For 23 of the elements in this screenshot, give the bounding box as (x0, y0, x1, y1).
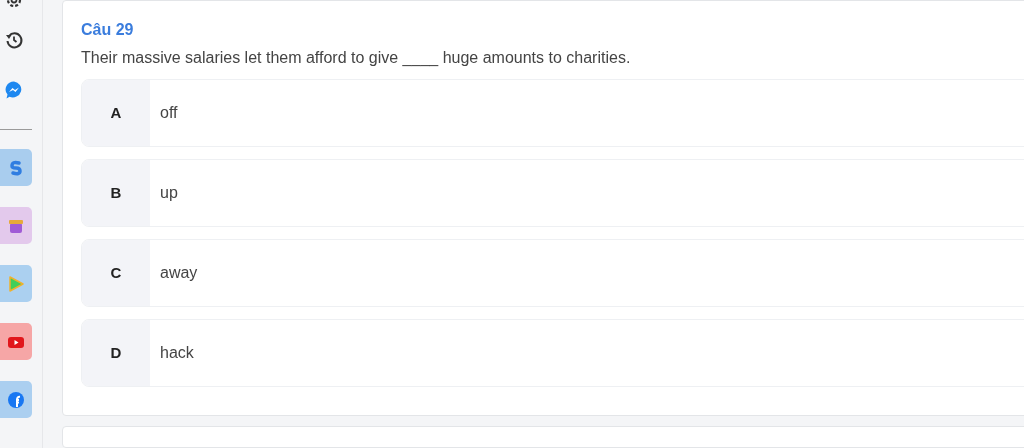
app-tile[interactable] (0, 149, 32, 186)
option-letter: C (82, 239, 150, 306)
app-tile[interactable] (0, 265, 32, 302)
messenger-icon (4, 80, 24, 100)
history-icon (4, 30, 24, 50)
app-tile[interactable] (0, 207, 32, 244)
app-tile[interactable] (0, 381, 32, 418)
answer-option[interactable]: D hack (81, 318, 1024, 387)
option-text: off (159, 102, 178, 123)
option-letter: A (82, 79, 150, 146)
option-text: hack (159, 342, 194, 363)
answer-option[interactable]: C away (81, 238, 1024, 307)
option-text: up (159, 182, 178, 203)
answer-option[interactable]: A off (81, 78, 1024, 147)
question-title: Câu 29 (81, 20, 135, 39)
app-tile[interactable] (0, 323, 32, 360)
option-text: away (159, 262, 198, 283)
facebook-icon (6, 389, 26, 410)
option-letter: D (82, 319, 150, 386)
option-letter: B (82, 159, 150, 226)
play-icon (6, 273, 26, 294)
question-text: Their massive salaries let them afford to give ____ huge amounts to charities. (81, 48, 632, 67)
answer-option[interactable]: B up (81, 158, 1024, 227)
